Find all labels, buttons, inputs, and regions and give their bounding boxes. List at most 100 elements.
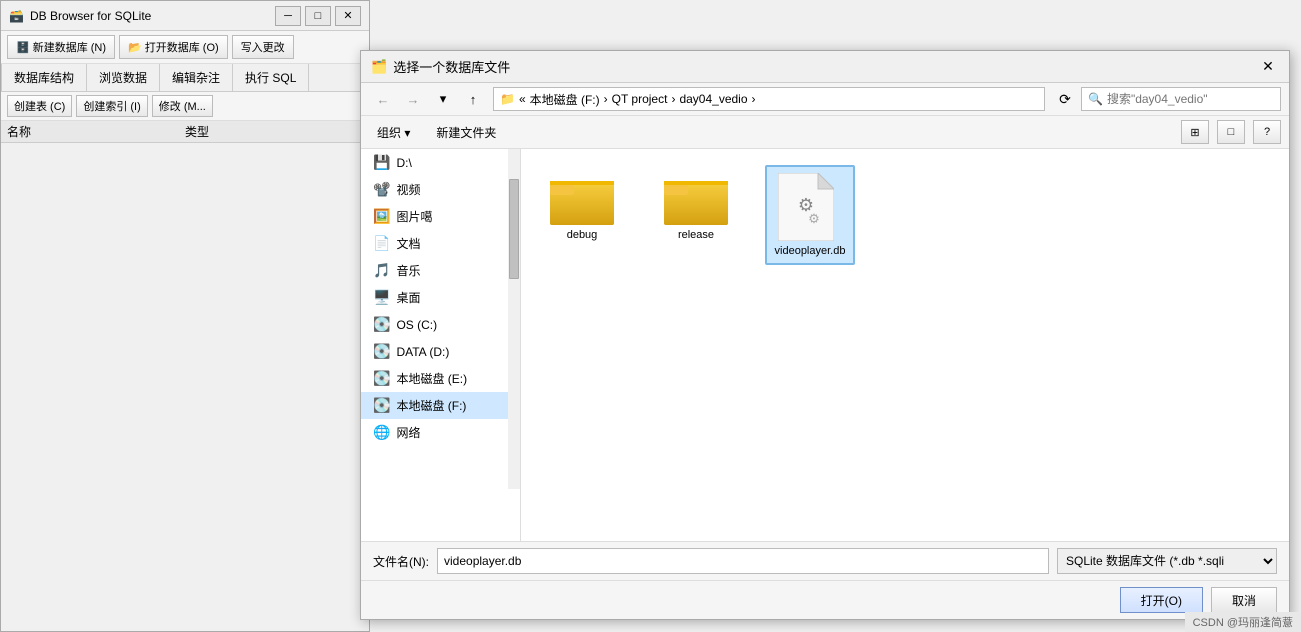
nav-up-button[interactable]: ↑	[459, 87, 487, 111]
dialog-navbar: ← → ▾ ↑ 📁 « 本地磁盘 (F:) › QT project › day…	[361, 83, 1289, 116]
breadcrumb-item-folder[interactable]: day04_vedio	[679, 92, 747, 106]
e-drive-icon: 💽	[373, 370, 390, 387]
titlebar-right: ─ □ ✕	[275, 6, 361, 26]
search-input[interactable]	[1107, 92, 1274, 106]
tab-edit-pragmas[interactable]: 编辑杂注	[160, 64, 233, 91]
nav-forward-button[interactable]: →	[399, 87, 427, 111]
list-item[interactable]: release	[651, 165, 741, 265]
cancel-button[interactable]: 取消	[1211, 587, 1277, 613]
file-name-release: release	[678, 229, 714, 241]
dialog-bottom-bar: 文件名(N): SQLite 数据库文件 (*.db *.sqli	[361, 541, 1289, 580]
csdn-text: CSDN @玛丽逢简薏	[1193, 614, 1293, 630]
d-drive-icon: 💾	[373, 154, 390, 171]
nav-dropdown-button[interactable]: ▾	[429, 87, 457, 111]
list-item[interactable]: ⚙ ⚙ videoplayer.db	[765, 165, 855, 265]
sidebar-scrollbar-thumb[interactable]	[509, 179, 519, 279]
sidebar-items: 💾 D:\ 📽️ 视频 🖼️ 图片噶 📄 文档	[361, 149, 520, 446]
db-browser-window: 🗃️ DB Browser for SQLite ─ □ ✕ 🗄️ 新建数据库 …	[0, 0, 370, 632]
sidebar-item-d-label: D:\	[396, 156, 411, 170]
new-db-button[interactable]: 🗄️ 新建数据库 (N)	[7, 35, 115, 59]
app-title: DB Browser for SQLite	[30, 9, 151, 23]
csdn-watermark: CSDN @玛丽逢简薏	[1185, 612, 1301, 632]
dialog-close-button[interactable]: ✕	[1257, 56, 1279, 78]
sidebar-item-data-label: DATA (D:)	[396, 345, 449, 359]
create-table-label: 创建表 (C)	[14, 98, 65, 114]
breadcrumb-item-project[interactable]: QT project	[612, 92, 668, 106]
breadcrumb-item-drive[interactable]: 本地磁盘 (F:)	[530, 91, 600, 108]
video-icon: 📽️	[373, 181, 390, 198]
sidebar-item-network-label: 网络	[396, 424, 420, 441]
sidebar-item-f-drive[interactable]: 💽 本地磁盘 (F:)	[361, 392, 508, 419]
col-type: 类型	[185, 123, 363, 140]
dialog-title: 选择一个数据库文件	[393, 57, 510, 76]
view-icon: ⊞	[1190, 126, 1199, 139]
dialog-toolbar: 组织 ▾ 新建文件夹 ⊞ □ ?	[361, 116, 1289, 149]
modify-button[interactable]: 修改 (M...	[152, 95, 213, 117]
sidebar-item-desktop-label: 桌面	[396, 289, 420, 306]
pictures-icon: 🖼️	[373, 208, 390, 225]
tab-execute-sql[interactable]: 执行 SQL	[233, 64, 309, 91]
sidebar-item-c-drive[interactable]: 💽 OS (C:)	[361, 311, 508, 338]
sidebar-item-video-label: 视频	[396, 181, 420, 198]
nav-refresh-button[interactable]: ⟳	[1051, 87, 1079, 111]
nav-back-button[interactable]: ←	[369, 87, 397, 111]
sidebar-item-video[interactable]: 📽️ 视频	[361, 176, 508, 203]
breadcrumb-sep2: ›	[604, 92, 608, 106]
open-db-button[interactable]: 📂 打开数据库 (O)	[119, 35, 228, 59]
new-db-label: 新建数据库 (N)	[33, 39, 106, 55]
list-item[interactable]: debug	[537, 165, 627, 265]
sidebar-scrollbar-track	[508, 149, 520, 489]
forward-icon: →	[407, 92, 420, 107]
tab-browse-data[interactable]: 浏览数据	[87, 64, 160, 91]
db-toolbar: 🗄️ 新建数据库 (N) 📂 打开数据库 (O) 写入更改	[1, 31, 369, 64]
sidebar-item-data-drive[interactable]: 💽 DATA (D:)	[361, 338, 508, 365]
view-toggle-button[interactable]: ⊞	[1181, 120, 1209, 144]
maximize-button[interactable]: □	[305, 6, 331, 26]
sidebar-item-music[interactable]: 🎵 音乐	[361, 257, 508, 284]
dialog-icon: 🗂️	[371, 59, 387, 75]
new-folder-button[interactable]: 新建文件夹	[426, 121, 506, 144]
write-changes-label: 写入更改	[241, 39, 285, 55]
help-button[interactable]: ?	[1253, 120, 1281, 144]
sidebar-item-pictures-label: 图片噶	[396, 208, 432, 225]
sidebar-item-pictures[interactable]: 🖼️ 图片噶	[361, 203, 508, 230]
db-tabs: 数据库结构 浏览数据 编辑杂注 执行 SQL	[1, 64, 369, 92]
dialog-sidebar: 💾 D:\ 📽️ 视频 🖼️ 图片噶 📄 文档	[361, 149, 521, 541]
close-window-button[interactable]: ✕	[335, 6, 361, 26]
open-db-label: 打开数据库 (O)	[145, 39, 219, 55]
folder-icon-release	[664, 173, 728, 225]
create-index-label: 创建索引 (I)	[83, 98, 140, 114]
open-label: 打开(O)	[1141, 592, 1182, 609]
write-changes-button[interactable]: 写入更改	[232, 35, 294, 59]
filetype-select[interactable]: SQLite 数据库文件 (*.db *.sqli	[1057, 548, 1277, 574]
create-index-button[interactable]: 创建索引 (I)	[76, 95, 147, 117]
filename-input[interactable]	[437, 548, 1049, 574]
db-browser-titlebar: 🗃️ DB Browser for SQLite ─ □ ✕	[1, 1, 369, 31]
breadcrumb-sep4: ›	[752, 92, 756, 106]
minimize-button[interactable]: ─	[275, 6, 301, 26]
breadcrumb-sep1: «	[519, 92, 526, 106]
tab-db-structure[interactable]: 数据库结构	[1, 64, 87, 91]
col-name: 名称	[7, 123, 185, 140]
c-drive-icon: 💽	[373, 316, 390, 333]
view-list-button[interactable]: □	[1217, 120, 1245, 144]
db-file-icon: ⚙ ⚙	[778, 173, 842, 241]
search-bar: 🔍	[1081, 87, 1281, 111]
sidebar-item-music-label: 音乐	[396, 262, 420, 279]
organize-button[interactable]: 组织 ▾	[369, 121, 418, 144]
open-button[interactable]: 打开(O)	[1120, 587, 1203, 613]
file-area: debug	[521, 149, 1289, 541]
new-folder-label: 新建文件夹	[436, 124, 496, 141]
sidebar-item-docs[interactable]: 📄 文档	[361, 230, 508, 257]
app-icon: 🗃️	[9, 9, 24, 23]
file-name-debug: debug	[567, 229, 598, 241]
sidebar-item-e-drive[interactable]: 💽 本地磁盘 (E:)	[361, 365, 508, 392]
sidebar-item-desktop[interactable]: 🖥️ 桌面	[361, 284, 508, 311]
sidebar-item-network[interactable]: 🌐 网络	[361, 419, 508, 446]
view-list-icon: □	[1228, 126, 1235, 138]
sidebar-item-docs-label: 文档	[396, 235, 420, 252]
create-table-button[interactable]: 创建表 (C)	[7, 95, 72, 117]
refresh-icon: ⟳	[1059, 91, 1071, 108]
sidebar-item-d-drive[interactable]: 💾 D:\	[361, 149, 508, 176]
desktop-icon: 🖥️	[373, 289, 390, 306]
